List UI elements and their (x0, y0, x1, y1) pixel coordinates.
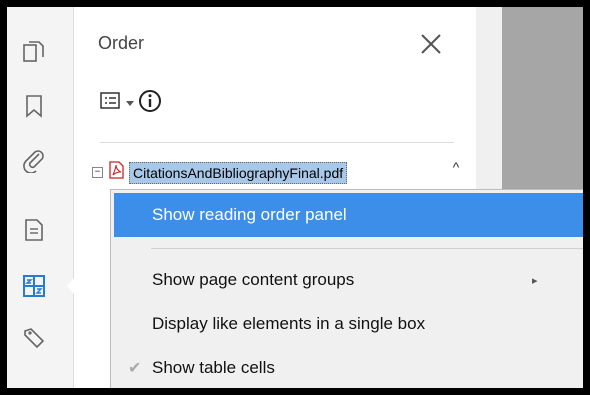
left-navigation-rail (7, 7, 74, 388)
pdf-file-icon (107, 161, 125, 184)
order-icon[interactable] (21, 273, 47, 299)
attachment-icon[interactable] (21, 147, 47, 173)
menu-item-label: Show page content groups (152, 270, 355, 289)
menu-item-label: Show reading order panel (152, 205, 347, 224)
document-icon[interactable] (21, 217, 47, 243)
panel-divider (100, 142, 454, 143)
menu-item-show-page-content-groups[interactable]: Show page content groups ▸ (114, 258, 583, 302)
app-window: Order − CitationsAndBibliographyFinal.pd… (7, 7, 583, 388)
collapse-toggle[interactable]: − (92, 167, 103, 178)
options-menu-icon[interactable] (100, 91, 122, 116)
menu-item-display-like-elements[interactable]: Display like elements in a single box (114, 302, 583, 346)
context-menu: Show reading order panel Show page conte… (110, 189, 583, 388)
close-icon[interactable] (418, 31, 444, 57)
bookmark-icon[interactable] (21, 93, 47, 119)
menu-item-label: Display like elements in a single box (152, 314, 426, 333)
submenu-arrow-icon: ▸ (532, 274, 538, 287)
scroll-up-button[interactable]: ^ (446, 159, 466, 181)
menu-separator (151, 248, 583, 249)
document-name[interactable]: CitationsAndBibliographyFinal.pdf (129, 161, 348, 184)
menu-item-label: Show table cells (152, 358, 275, 377)
menu-item-show-reading-order-panel[interactable]: Show reading order panel (114, 193, 583, 237)
tree-row-document[interactable]: − CitationsAndBibliographyFinal.pdf (92, 161, 348, 184)
panel-title: Order (98, 33, 145, 53)
tag-icon[interactable] (21, 325, 47, 351)
pages-icon[interactable] (21, 39, 47, 65)
panel-toolbar (100, 89, 162, 117)
dropdown-arrow-icon[interactable] (126, 94, 134, 112)
info-icon[interactable] (138, 89, 162, 118)
menu-item-show-table-cells[interactable]: ✔ Show table cells (114, 346, 583, 388)
checkmark-icon: ✔ (128, 360, 142, 377)
